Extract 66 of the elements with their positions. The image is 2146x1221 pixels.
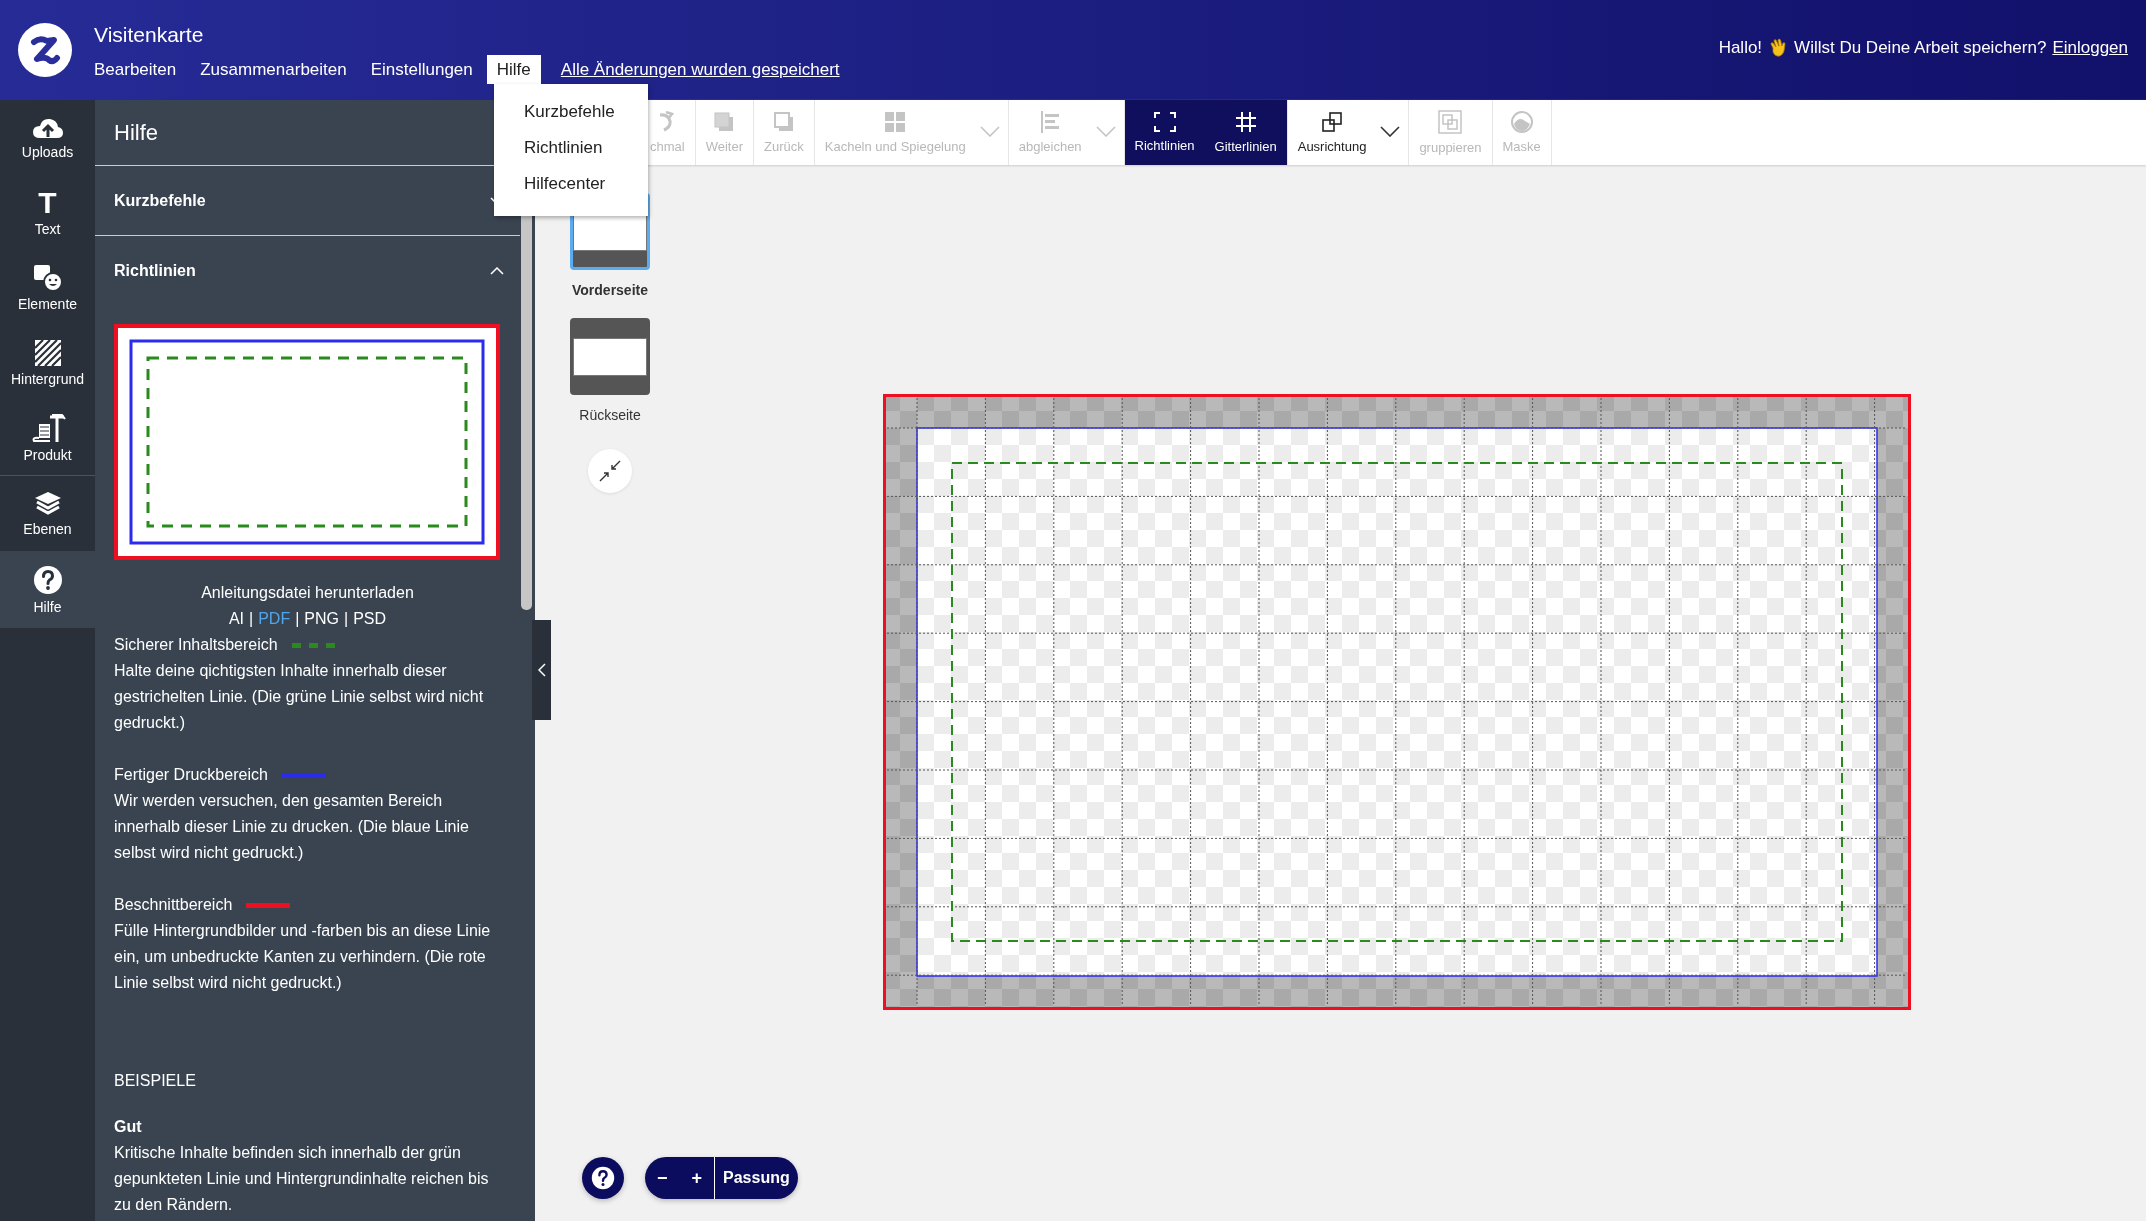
caret-icon xyxy=(1380,126,1401,137)
sidebar-tab[interactable]: Hilfe xyxy=(0,551,95,628)
shapes-icon xyxy=(32,263,63,292)
example-description: Kritische Inhalte befinden sich innerhalb der grün gepunkteten Linie und Hintergrundinhalte reichen bis zu den Rändern. xyxy=(114,1143,490,1215)
separator-text: | xyxy=(344,609,349,629)
download-heading: Anleitungsdatei herunterladen xyxy=(200,583,415,603)
separator-text: | xyxy=(295,609,300,629)
help-icon xyxy=(591,1166,615,1190)
four-squares-icon xyxy=(884,111,907,133)
layers-icon xyxy=(33,490,62,517)
separator-text: | xyxy=(249,609,254,629)
arrows-inward-icon xyxy=(599,460,621,482)
sidebar-tab[interactable]: Produkt xyxy=(0,400,95,475)
fit-button[interactable]: Passung xyxy=(714,1157,798,1199)
grid-icon xyxy=(1234,111,1257,133)
help-icon xyxy=(32,564,63,595)
overlapping-squares-icon xyxy=(1321,111,1344,133)
login-link[interactable]: Einloggen xyxy=(2052,38,2128,58)
menu-item[interactable]: Hilfe xyxy=(486,55,541,84)
redo-icon xyxy=(660,111,675,133)
file-link[interactable]: PSD xyxy=(353,606,387,632)
accordion-header[interactable]: Richtlinien xyxy=(95,236,520,306)
example-title: Gut xyxy=(114,1117,143,1137)
legend-label: Fertiger Druckbereich xyxy=(114,765,268,785)
hatched-square-icon xyxy=(33,338,62,367)
stacked-squares-icon xyxy=(713,111,736,133)
sidebar-tab[interactable]: Uploads xyxy=(0,100,95,175)
file-link[interactable]: PNG xyxy=(304,606,339,632)
logo-icon[interactable] xyxy=(18,23,72,77)
menu-item[interactable]: Einstellungen xyxy=(360,55,483,84)
group-frame-icon xyxy=(1438,110,1463,134)
waving-hand-icon xyxy=(1768,38,1789,58)
align-left-icon xyxy=(1040,111,1061,133)
zoom-in-button[interactable]: + xyxy=(679,1157,715,1199)
document-title: Visitenkarte xyxy=(94,23,204,47)
toolbar-button[interactable]: Ausrichtung xyxy=(1287,100,1377,165)
menu-item[interactable]: Zusammenarbeiten xyxy=(190,55,357,84)
greeting-text: Hallo! xyxy=(1718,38,1763,58)
save-status-link[interactable]: Alle Änderungen wurden gespeichert xyxy=(560,59,840,80)
sidebar-tab[interactable]: T Text xyxy=(0,175,95,250)
legend-label: Beschnittbereich xyxy=(114,895,233,915)
mask-circle-icon xyxy=(1510,111,1533,133)
square-shadow-icon xyxy=(772,111,795,133)
file-link[interactable]: AI xyxy=(228,606,245,632)
caret-icon xyxy=(1095,126,1116,137)
zoom-out-button[interactable]: − xyxy=(645,1157,680,1199)
chevron-up-icon xyxy=(490,267,504,275)
help-button[interactable] xyxy=(582,1157,624,1199)
frame-corners-icon xyxy=(1153,112,1176,132)
sidebar-tab[interactable]: Ebenen xyxy=(0,476,95,551)
caret-icon xyxy=(979,126,1000,137)
toolbar-button[interactable]: Richtlinien xyxy=(1124,100,1205,165)
toolbar-button[interactable]: Gitterlinien xyxy=(1204,100,1287,165)
legend-description: Wir werden versuchen, den gesamten Bereich innerhalb dieser Linie zu drucken. (Die blaue Linie selbst wird nicht gedruckt.) xyxy=(114,791,470,863)
sidebar-tab[interactable]: Elemente xyxy=(0,250,95,325)
file-link[interactable]: PDF xyxy=(258,606,291,632)
legend-description: Halte deine qichtigsten Inhalte innerhalb dieser gestrichelten Linie. (Die grüne Linie selbst wird nicht gedruckt.) xyxy=(114,661,485,733)
legend-description: Fülle Hintergrundbilder und -farben bis an diese Linie ein, um unbedruckte Kanten zu verhindern. (Die rote Linie selbst wird nicht gedruckt.) xyxy=(114,921,492,993)
sidebar-tab[interactable]: Hintergrund xyxy=(0,325,95,400)
menu-item[interactable]: Bearbeiten xyxy=(84,55,187,84)
section-heading: BEISPIELE xyxy=(114,1071,197,1091)
shrink-button[interactable] xyxy=(588,449,632,493)
chevron-left-icon xyxy=(537,663,546,677)
save-prompt: Willst Du Deine Arbeit speichern? xyxy=(1794,38,2047,58)
legend-label: Sicherer Inhaltsbereich xyxy=(114,635,278,655)
text-tool-icon: T xyxy=(38,188,57,217)
